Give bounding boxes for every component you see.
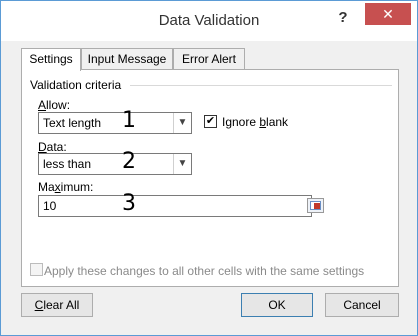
clear-all-button[interactable]: Clear All	[21, 293, 93, 317]
ignore-blank-checkbox[interactable]: ✔	[204, 115, 217, 128]
clear-all-label-rest: lear All	[43, 298, 80, 312]
maximum-input[interactable]: 10	[38, 195, 324, 217]
validation-criteria-label: Validation criteria	[30, 78, 122, 92]
allow-label-key: A	[38, 98, 47, 112]
allow-label: Allow:	[38, 98, 70, 112]
cancel-button[interactable]: Cancel	[325, 293, 399, 317]
allow-label-rest: llow:	[46, 98, 71, 112]
help-button[interactable]: ?	[321, 3, 365, 33]
close-button[interactable]: ✕	[365, 3, 411, 25]
tab-error-alert[interactable]: Error Alert	[173, 48, 245, 70]
maximum-label-pre: Ma	[38, 180, 55, 194]
step-marker-3: 3	[122, 191, 136, 216]
ignore-blank-label-post: lank	[266, 115, 289, 129]
clear-all-label-key: C	[34, 298, 44, 312]
ignore-blank-label-pre: Ignore	[222, 115, 260, 129]
range-select-icon[interactable]	[307, 198, 324, 213]
data-label-key: D	[38, 140, 47, 154]
allow-dropdown-value: Text length	[43, 116, 102, 130]
step-marker-2: 2	[122, 149, 136, 174]
title-bar: Data Validation ? ✕	[1, 1, 417, 41]
data-label-rest: ata:	[46, 140, 67, 154]
apply-all-checkbox[interactable]	[30, 263, 43, 276]
maximum-input-value: 10	[43, 199, 57, 213]
data-dropdown[interactable]: less than ▼	[38, 153, 192, 175]
chevron-down-icon[interactable]: ▼	[173, 154, 191, 174]
step-marker-1: 1	[122, 108, 136, 133]
chevron-down-icon[interactable]: ▼	[173, 113, 191, 133]
settings-panel: Validation criteria Allow: Text length ▼…	[21, 69, 399, 287]
maximum-label-post: imum:	[60, 180, 94, 194]
ok-button[interactable]: OK	[241, 293, 313, 317]
apply-all-label: Apply these changes to all other cells w…	[44, 264, 365, 278]
tab-input-message[interactable]: Input Message	[81, 48, 173, 70]
allow-dropdown[interactable]: Text length ▼	[38, 112, 192, 134]
tab-settings[interactable]: Settings	[21, 48, 81, 71]
ignore-blank-label: Ignore blank	[222, 115, 288, 129]
data-label: Data:	[38, 140, 67, 154]
section-divider	[130, 85, 392, 86]
data-validation-dialog: Data Validation ? ✕ Settings Input Messa…	[0, 0, 418, 336]
range-select-arrow	[314, 203, 320, 209]
maximum-label: Maximum:	[38, 180, 93, 194]
data-dropdown-value: less than	[43, 157, 92, 171]
